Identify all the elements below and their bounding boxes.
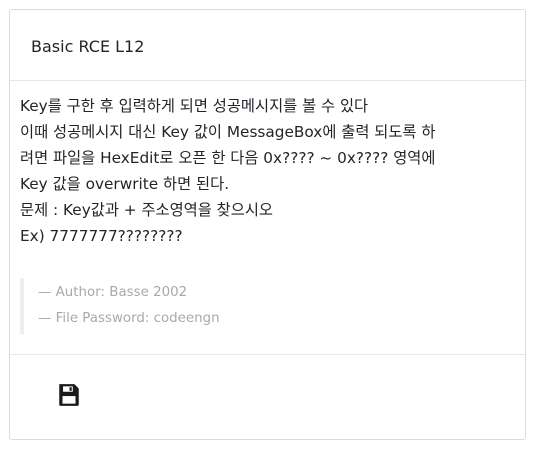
description-line: 려면 파일을 HexEdit로 오픈 한 다음 0x???? ~ 0x???? … <box>20 149 436 167</box>
file-password-line: — File Password: codeengn <box>38 311 220 326</box>
download-button[interactable] <box>54 382 84 412</box>
author-line: — Author: Basse 2002 <box>38 285 188 300</box>
challenge-card: Basic RCE L12 Key를 구한 후 입력하게 되면 성공메시지를 볼… <box>9 9 526 440</box>
description-line: Ex) 7777777???????? <box>20 227 183 245</box>
description-line: 이때 성공메시지 대신 Key 값이 MessageBox에 출력 되도록 하 <box>20 123 436 141</box>
floppy-disk-icon <box>56 382 82 412</box>
description-line: Key를 구한 후 입력하게 되면 성공메시지를 볼 수 있다 <box>20 97 369 115</box>
metadata-blockquote: — Author: Basse 2002 — File Password: co… <box>20 278 513 334</box>
card-footer <box>10 355 525 439</box>
card-body: Key를 구한 후 입력하게 되면 성공메시지를 볼 수 있다 이때 성공메시지… <box>10 81 525 355</box>
card-header: Basic RCE L12 <box>10 10 525 81</box>
description-line: 문제 : Key값과 + 주소영역을 찾으시오 <box>20 201 273 219</box>
description-line: Key 값을 overwrite 하면 된다. <box>20 175 230 193</box>
card-title: Basic RCE L12 <box>31 37 145 56</box>
challenge-description: Key를 구한 후 입력하게 되면 성공메시지를 볼 수 있다 이때 성공메시지… <box>20 93 513 249</box>
